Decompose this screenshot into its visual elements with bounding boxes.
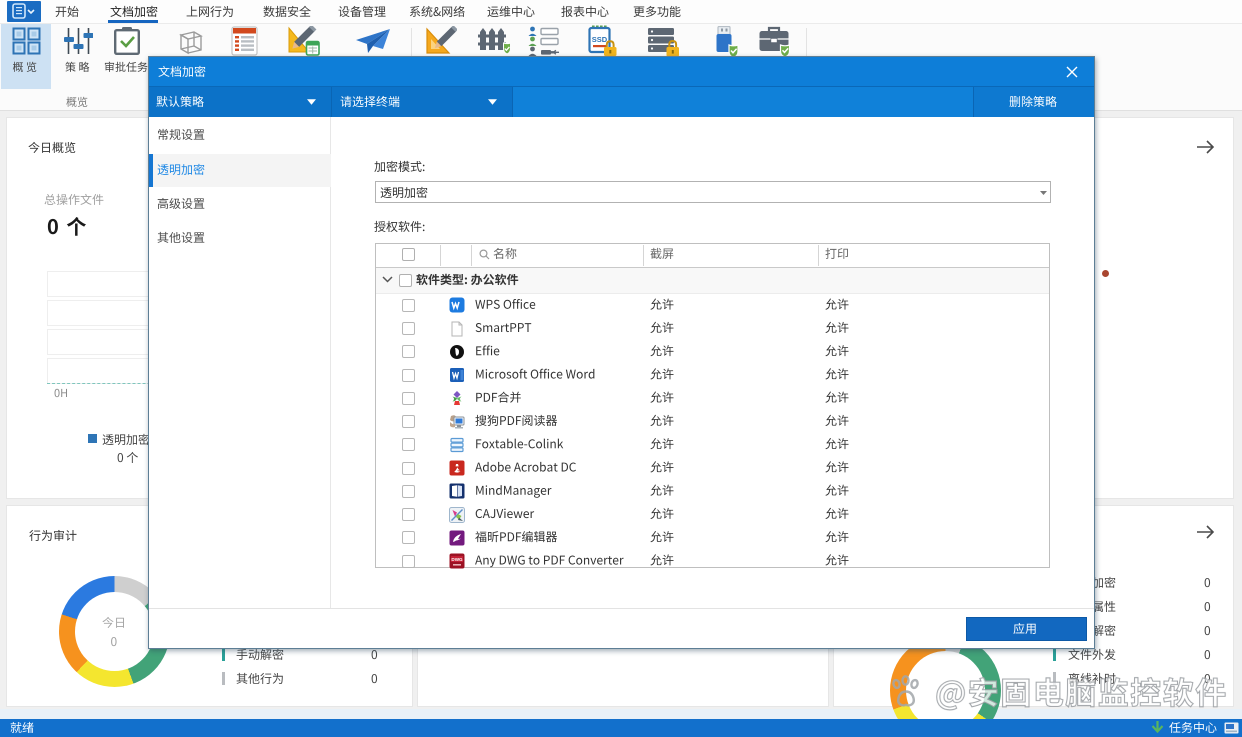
- svg-text:DWG: DWG: [451, 557, 463, 562]
- svg-text:SSD: SSD: [592, 35, 608, 44]
